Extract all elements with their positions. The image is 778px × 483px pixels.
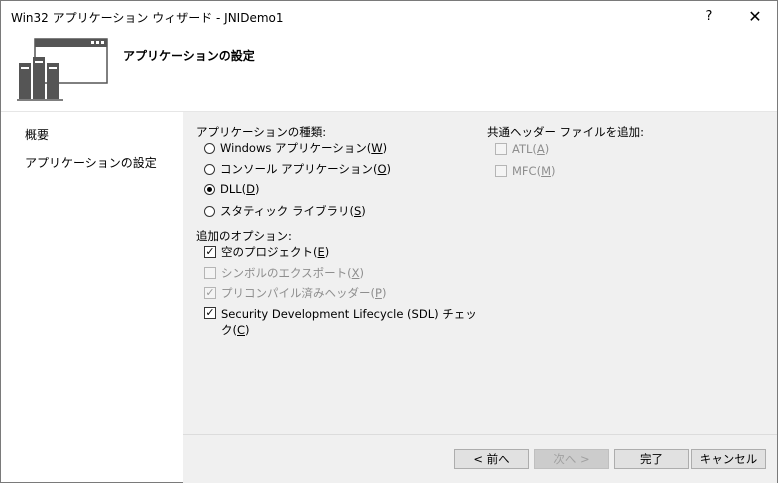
help-button[interactable]: ?: [691, 1, 727, 33]
settings-panel: アプリケーションの種類: Windows アプリケーション(W) コンソール ア…: [183, 112, 777, 434]
sdl-label: Security Development Lifecycle (SDL) チェッ…: [221, 307, 477, 337]
prev-button[interactable]: < 前へ: [454, 449, 529, 469]
radio-dll[interactable]: DLL(D): [204, 182, 260, 196]
check-mark-icon[interactable]: ✓: [204, 307, 216, 319]
check-mark-icon: ✓: [204, 286, 216, 299]
radio-indicator[interactable]: [204, 142, 215, 154]
radio-console-app[interactable]: コンソール アプリケーション(O): [204, 161, 391, 177]
nav-item-app-settings[interactable]: アプリケーションの設定: [25, 154, 157, 171]
checkbox-indicator: [204, 267, 216, 279]
window-title: Win32 アプリケーション ウィザード - JNIDemo1: [11, 11, 284, 25]
close-button[interactable]: ✕: [737, 1, 773, 33]
checkbox-mfc: MFC(M): [495, 164, 556, 178]
radio-indicator[interactable]: [204, 163, 215, 175]
checkbox-indicator: [495, 165, 507, 177]
button-bar: < 前へ 次へ > 完了 キャンセル: [183, 434, 777, 483]
checkbox-precompiled-header: ✓ プリコンパイル済みヘッダー(P): [204, 286, 387, 300]
checkbox-sdl-check[interactable]: ✓ Security Development Lifecycle (SDL) チ…: [204, 306, 477, 338]
title-bar: Win32 アプリケーション ウィザード - JNIDemo1 ? ✕: [1, 1, 777, 33]
wizard-banner-icon: [17, 38, 108, 101]
next-button: 次へ >: [534, 449, 609, 469]
radio-indicator[interactable]: [204, 205, 215, 217]
checkbox-atl: ATL(A): [495, 142, 549, 156]
radio-static-library[interactable]: スタティック ライブラリ(S): [204, 203, 366, 219]
checkbox-indicator: [495, 143, 507, 155]
wizard-window: Win32 アプリケーション ウィザード - JNIDemo1 ? ✕ アプリケ…: [0, 0, 778, 483]
nav-item-overview[interactable]: 概要: [25, 126, 49, 143]
finish-button[interactable]: 完了: [614, 449, 689, 469]
cancel-button[interactable]: キャンセル: [691, 449, 766, 469]
page-title: アプリケーションの設定: [123, 49, 255, 63]
wizard-nav: 概要 アプリケーションの設定: [1, 112, 183, 482]
radio-windows-app[interactable]: Windows アプリケーション(W): [204, 140, 387, 156]
checkbox-empty-project[interactable]: ✓ 空のプロジェクト(E): [204, 244, 329, 260]
check-mark-icon[interactable]: ✓: [204, 246, 216, 258]
common-header-label: 共通ヘッダー ファイルを追加:: [487, 125, 645, 139]
radio-indicator-selected[interactable]: [204, 183, 215, 195]
extra-options-label: 追加のオプション:: [196, 229, 292, 243]
app-type-label: アプリケーションの種類:: [196, 125, 327, 139]
wizard-header: アプリケーションの設定: [1, 33, 777, 111]
checkbox-export-symbols: シンボルのエクスポート(X): [204, 265, 364, 281]
